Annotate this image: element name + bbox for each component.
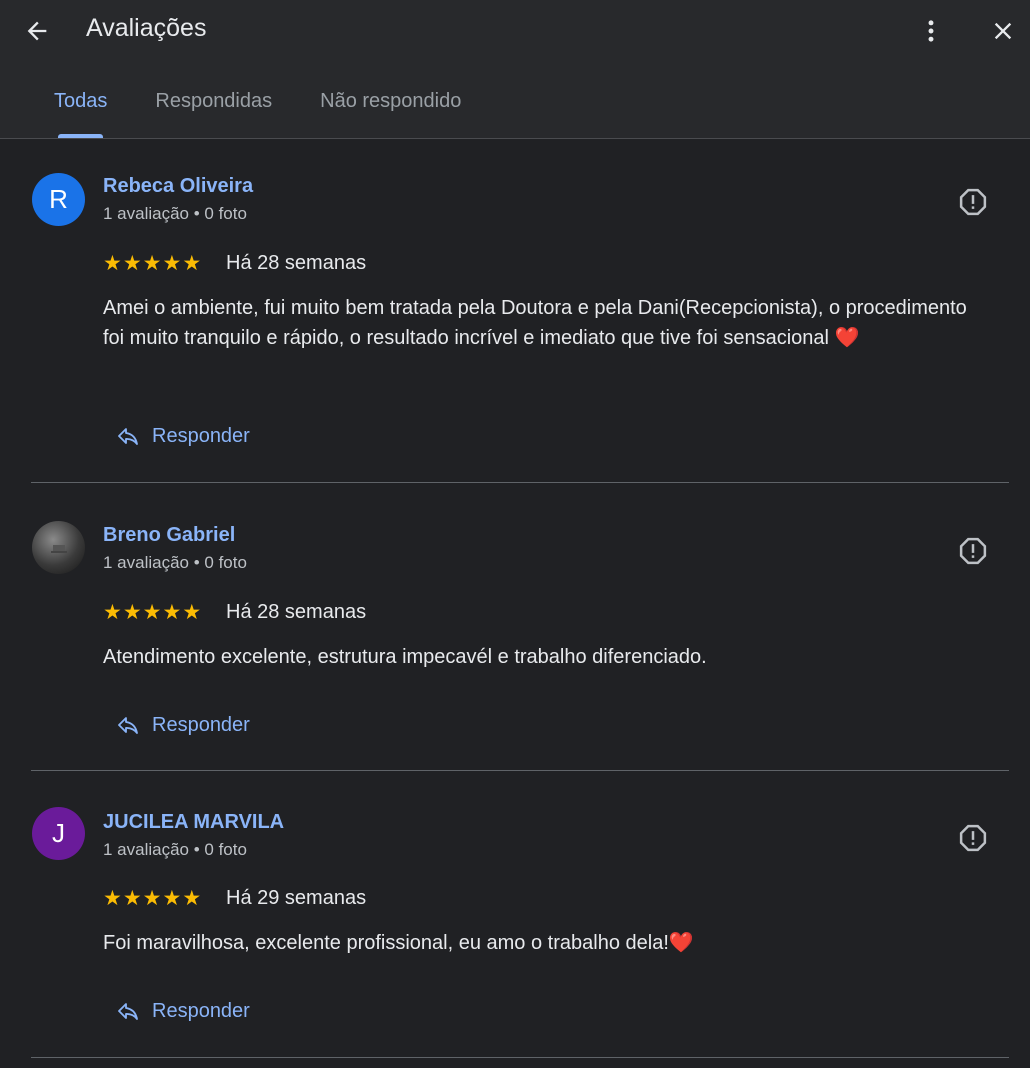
report-icon [959, 824, 987, 852]
reviewer-name[interactable]: Rebeca Oliveira [103, 175, 253, 198]
reviewer-name[interactable]: JUCILEA MARVILA [103, 811, 284, 834]
star-icon: ★ [162, 887, 182, 910]
report-icon [959, 188, 987, 216]
reply-button[interactable]: Responder [116, 713, 250, 737]
reply-icon [118, 717, 138, 734]
review-card: Breno Gabriel 1 avaliação • 0 foto ★ ★ ★… [0, 484, 1030, 772]
tab-label: Todas [54, 90, 108, 112]
reply-label: Responder [152, 424, 250, 447]
reply-icon [118, 1003, 138, 1020]
back-button[interactable] [16, 10, 58, 52]
star-icon: ★ [182, 601, 202, 624]
star-rating: ★ ★ ★ ★ ★ [103, 602, 202, 623]
star-icon: ★ [162, 252, 182, 275]
star-icon: ★ [182, 887, 202, 910]
avatar[interactable]: J [32, 807, 85, 860]
review-list: R Rebeca Oliveira 1 avaliação • 0 foto ★… [0, 139, 1030, 1068]
star-icon: ★ [103, 887, 122, 910]
review-card: J JUCILEA MARVILA 1 avaliação • 0 foto ★… [0, 772, 1030, 1068]
tab-label: Respondidas [155, 90, 273, 112]
review-card: R Rebeca Oliveira 1 avaliação • 0 foto ★… [0, 139, 1030, 484]
avatar[interactable] [32, 521, 85, 574]
review-divider [31, 482, 1009, 483]
reviewer-meta: 1 avaliação • 0 foto [103, 840, 247, 859]
reply-button[interactable]: Responder [116, 424, 250, 448]
star-rating: ★ ★ ★ ★ ★ [103, 253, 202, 274]
avatar-letter: R [49, 184, 68, 214]
star-icon: ★ [122, 252, 142, 275]
review-time: Há 28 semanas [226, 601, 367, 623]
star-icon: ★ [142, 887, 162, 910]
review-time: Há 28 semanas [226, 252, 367, 274]
tab-respondidas[interactable]: Respondidas [131, 80, 296, 138]
tab-label: Não respondido [320, 90, 462, 112]
reviewer-meta: 1 avaliação • 0 foto [103, 204, 247, 223]
more-options-button[interactable] [912, 10, 950, 52]
star-icon: ★ [122, 887, 142, 910]
star-icon: ★ [142, 601, 162, 624]
report-button[interactable] [955, 820, 991, 856]
tab-todas[interactable]: Todas [30, 80, 131, 138]
close-icon [994, 22, 1012, 40]
avatar[interactable]: R [32, 173, 85, 226]
app-header: Avaliações Todas Respondidas Não respond… [0, 0, 1030, 139]
star-icon: ★ [142, 252, 162, 275]
arrow-left-icon [27, 21, 47, 41]
star-icon: ★ [103, 252, 122, 275]
star-icon: ★ [103, 601, 122, 624]
reply-label: Responder [152, 999, 250, 1022]
review-time: Há 29 semanas [226, 887, 367, 909]
review-filter-tabs: Todas Respondidas Não respondido [30, 80, 485, 138]
reply-button[interactable]: Responder [116, 999, 250, 1023]
tab-nao-respondido[interactable]: Não respondido [296, 80, 485, 138]
page-title: Avaliações [86, 14, 207, 42]
star-icon: ★ [182, 252, 202, 275]
more-vert-icon [928, 20, 934, 42]
report-button[interactable] [955, 533, 991, 569]
close-button[interactable] [983, 10, 1023, 52]
active-tab-indicator [58, 134, 104, 138]
review-divider [31, 770, 1009, 771]
avatar-photo-icon [50, 544, 67, 553]
reply-icon [118, 428, 138, 445]
reply-label: Responder [152, 713, 250, 736]
review-text: Atendimento excelente, estrutura impecav… [103, 646, 707, 668]
star-rating: ★ ★ ★ ★ ★ [103, 888, 202, 909]
report-icon [959, 537, 987, 565]
review-text: Amei o ambiente, fui muito bem tratada p… [103, 297, 967, 349]
avatar-letter: J [52, 818, 65, 848]
review-text: Foi maravilhosa, excelente profissional,… [103, 932, 694, 954]
star-icon: ★ [122, 601, 142, 624]
reviewer-name[interactable]: Breno Gabriel [103, 524, 235, 547]
star-icon: ★ [162, 601, 182, 624]
report-button[interactable] [955, 184, 991, 220]
reviewer-meta: 1 avaliação • 0 foto [103, 553, 247, 572]
review-divider [31, 1057, 1009, 1058]
